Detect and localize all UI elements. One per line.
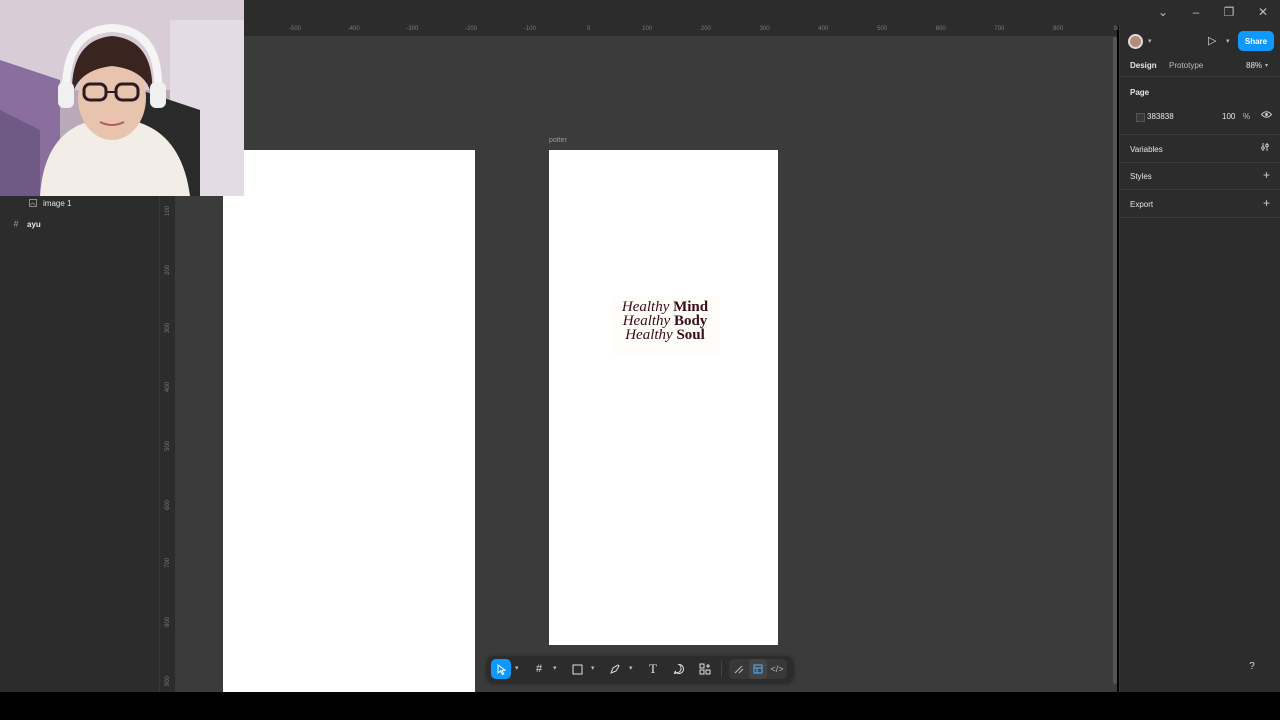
- frame-label[interactable]: potter: [549, 137, 567, 144]
- zoom-level[interactable]: 88%: [1246, 61, 1262, 70]
- variables-label[interactable]: Variables: [1130, 145, 1163, 154]
- layer-item-ayu[interactable]: # ayu: [0, 214, 160, 234]
- tab-prototype[interactable]: Prototype: [1169, 61, 1203, 70]
- bottom-letterbox: [0, 692, 1280, 720]
- add-style-icon[interactable]: +: [1263, 168, 1270, 182]
- layer-label: image 1: [43, 198, 72, 208]
- ruler-tick-label: 300: [165, 323, 171, 334]
- tagline-line: Healthy Body: [622, 313, 708, 329]
- move-tool-icon[interactable]: [491, 659, 511, 679]
- restore-icon[interactable]: ❐: [1220, 4, 1238, 20]
- ruler-tick-label: 500: [876, 26, 888, 32]
- rectangle-tool-icon[interactable]: [567, 659, 587, 679]
- frame-potter[interactable]: Healthy Mind Healthy Body Healthy Soul: [549, 150, 778, 645]
- chevron-down-icon[interactable]: ▾: [1226, 37, 1230, 45]
- share-button[interactable]: Share: [1238, 31, 1274, 51]
- ruler-tick-label: -100: [523, 26, 536, 32]
- close-icon[interactable]: ✕: [1254, 4, 1272, 20]
- frame-icon: #: [13, 219, 19, 229]
- page-opacity-value[interactable]: 100: [1222, 112, 1235, 121]
- pen-tool-icon[interactable]: [605, 659, 625, 679]
- ruler-tick-label: 800: [165, 616, 171, 627]
- chevron-down-icon[interactable]: ⌄: [1154, 4, 1172, 20]
- tagline-image[interactable]: Healthy Mind Healthy Body Healthy Soul: [611, 296, 719, 354]
- text-tool-icon[interactable]: T: [643, 659, 663, 679]
- ruler-tick-label: -500: [288, 26, 302, 32]
- divider: [1120, 217, 1280, 218]
- styles-label[interactable]: Styles: [1130, 172, 1152, 181]
- ruler-tick-label: 600: [935, 26, 946, 32]
- design-mode-icon[interactable]: [749, 659, 767, 679]
- comment-tool-icon[interactable]: [669, 659, 689, 679]
- minimize-icon[interactable]: –: [1187, 4, 1205, 20]
- properties-panel: ▾ ▷ ▾ Share Design Prototype 88% ▾ Page …: [1119, 25, 1280, 692]
- ruler-tick-label: 200: [165, 264, 171, 275]
- frame-ayu[interactable]: [223, 150, 475, 692]
- divider: [1120, 189, 1280, 190]
- present-play-icon[interactable]: ▷: [1208, 34, 1216, 47]
- export-label[interactable]: Export: [1130, 200, 1153, 209]
- image-icon: [28, 198, 38, 208]
- toolbar-divider: [721, 661, 722, 677]
- ruler-tick-label: 200: [700, 26, 711, 32]
- draw-mode-icon[interactable]: [730, 659, 748, 679]
- percent-sign: %: [1243, 112, 1251, 121]
- mode-switcher: </>: [729, 659, 787, 679]
- chevron-down-icon[interactable]: ▾: [1148, 37, 1152, 45]
- ruler-tick-label: 400: [818, 26, 829, 32]
- webcam-overlay: [0, 0, 244, 196]
- ruler-tick-label: 100: [642, 26, 653, 32]
- ruler-tick-label: 300: [759, 26, 770, 32]
- dev-mode-icon[interactable]: </>: [768, 659, 786, 679]
- ruler-tick-label: 700: [994, 26, 1005, 32]
- ruler-tick-label: -400: [347, 26, 360, 32]
- help-button[interactable]: ?: [1243, 657, 1261, 675]
- ruler-tick-label: 400: [165, 382, 171, 393]
- ruler-tick-label: -200: [465, 26, 478, 32]
- ruler-tick-label: 700: [165, 558, 171, 569]
- chevron-down-icon[interactable]: ▾: [515, 664, 519, 672]
- page-heading: Page: [1130, 88, 1150, 97]
- tagline-line: Healthy Mind: [621, 299, 709, 315]
- ruler-tick-label: 500: [165, 440, 171, 451]
- layer-label: ayu: [27, 219, 41, 229]
- ruler-tick-label: 600: [165, 499, 171, 510]
- eye-icon[interactable]: [1260, 110, 1273, 122]
- chevron-down-icon[interactable]: ▾: [1265, 62, 1268, 69]
- ruler-tick-label: 900: [165, 675, 171, 686]
- ruler-tick-label: 0: [586, 26, 591, 32]
- avatar[interactable]: [1128, 34, 1143, 49]
- frame-tool-icon[interactable]: #: [529, 659, 549, 679]
- ruler-tick-label: 100: [165, 206, 171, 217]
- page-color-swatch[interactable]: [1136, 113, 1145, 122]
- ruler-tick-label: -300: [406, 26, 419, 32]
- tab-design[interactable]: Design: [1130, 61, 1157, 70]
- webcam-feed: [0, 0, 244, 196]
- chevron-down-icon[interactable]: ▾: [629, 664, 633, 672]
- bottom-toolbar: ▾ # ▾ ▾ ▾ T </>: [487, 656, 793, 682]
- ruler-tick-label: 800: [1053, 26, 1064, 32]
- actions-tool-icon[interactable]: [695, 659, 715, 679]
- chevron-down-icon[interactable]: ▾: [591, 664, 595, 672]
- horizontal-ruler: -500 -400 -300 -200 -100 0 100 200 300 400 500 600 7…: [176, 25, 1120, 37]
- divider: [1120, 134, 1280, 135]
- layer-item-image[interactable]: image 1: [0, 193, 160, 213]
- tagline-line: Healthy Soul: [625, 327, 705, 343]
- vertical-scrollbar[interactable]: [1113, 37, 1117, 684]
- variables-settings-icon[interactable]: [1260, 142, 1270, 154]
- add-export-icon[interactable]: +: [1263, 196, 1270, 210]
- canvas[interactable]: potter Healthy Mind Healthy Body Healthy…: [176, 37, 1117, 692]
- divider: [1120, 162, 1280, 163]
- divider: [1120, 76, 1280, 77]
- chevron-down-icon[interactable]: ▾: [553, 664, 557, 672]
- page-color-value[interactable]: 383838: [1147, 112, 1174, 121]
